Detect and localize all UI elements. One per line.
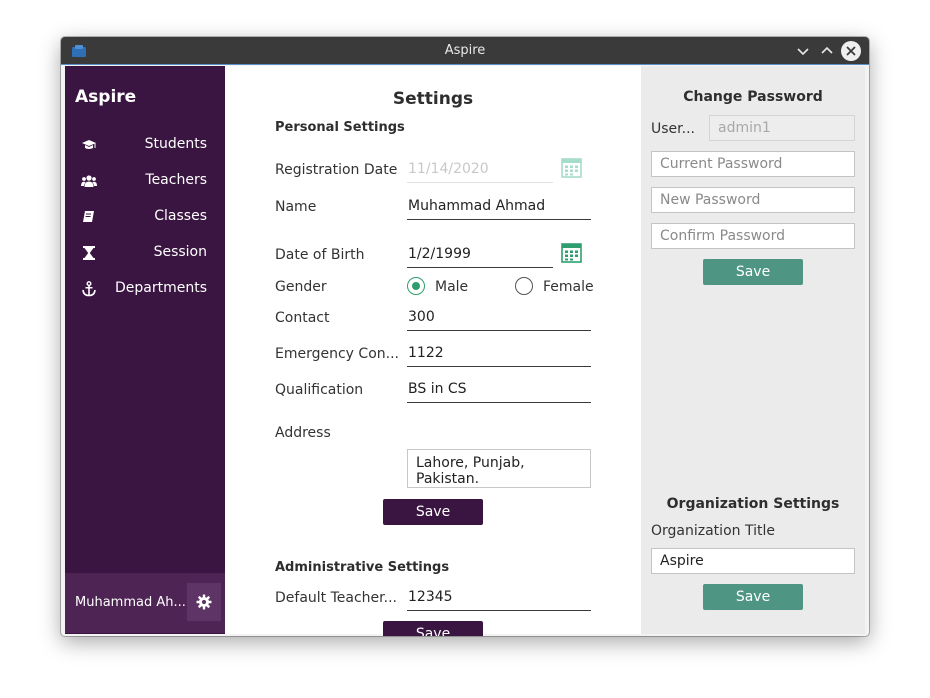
- registration-date-label: Registration Date: [275, 162, 398, 178]
- calendar-picker-icon[interactable]: [561, 242, 582, 263]
- sidebar-brand: Aspire: [75, 87, 137, 107]
- anchor-icon: [82, 281, 96, 297]
- administrative-settings-heading: Administrative Settings: [275, 560, 450, 575]
- gender-female-radio[interactable]: [515, 277, 533, 295]
- contact-field[interactable]: 300: [407, 305, 591, 331]
- calendar-icon: [561, 158, 582, 178]
- sidebar: Aspire Students Teachers Classes Session…: [65, 66, 225, 634]
- registration-date-field: 11/14/2020: [407, 157, 553, 183]
- gender-label: Gender: [275, 279, 327, 295]
- sidebar-item-label: Students: [144, 136, 207, 152]
- sidebar-item-session[interactable]: Session: [65, 237, 225, 269]
- user-panel: Muhammad Ah...: [65, 573, 225, 633]
- users-icon: [81, 175, 97, 187]
- current-password-input[interactable]: Current Password: [651, 151, 855, 177]
- dob-field[interactable]: 1/2/1999: [407, 242, 553, 268]
- user-name: Muhammad Ah...: [75, 595, 186, 610]
- sidebar-item-label: Teachers: [145, 172, 207, 188]
- sidebar-item-departments[interactable]: Departments: [65, 273, 225, 305]
- graduation-cap-icon: [82, 140, 96, 149]
- book-icon: [83, 211, 94, 222]
- title-bar: Aspire: [61, 37, 869, 65]
- sidebar-item-label: Departments: [114, 280, 207, 296]
- default-teacher-field[interactable]: 12345: [407, 585, 591, 611]
- minimize-icon[interactable]: [793, 41, 813, 61]
- save-password-button[interactable]: Save: [703, 259, 803, 285]
- qualification-label: Qualification: [275, 382, 364, 398]
- page-title: Settings: [392, 89, 474, 109]
- confirm-password-input[interactable]: Confirm Password: [651, 223, 855, 249]
- organization-settings-heading: Organization Settings: [666, 496, 840, 512]
- save-organization-button[interactable]: Save: [703, 584, 803, 610]
- change-password-heading: Change Password: [683, 89, 823, 105]
- qualification-field[interactable]: BS in CS: [407, 377, 591, 403]
- save-admin-button[interactable]: Save: [383, 621, 483, 636]
- gender-male-radio[interactable]: [407, 277, 425, 295]
- personal-settings-heading: Personal Settings: [275, 120, 405, 135]
- gender-male-label: Male: [435, 279, 469, 295]
- gear-icon: [196, 594, 212, 610]
- name-field[interactable]: Muhammad Ahmad: [407, 194, 591, 220]
- dob-label: Date of Birth: [275, 247, 365, 263]
- settings-button[interactable]: [187, 583, 221, 621]
- organization-title-input[interactable]: Aspire: [651, 548, 855, 574]
- default-teacher-label: Default Teacher...: [275, 590, 397, 606]
- gender-female-label: Female: [543, 279, 594, 295]
- emergency-contact-label: Emergency Con...: [275, 346, 399, 362]
- close-icon[interactable]: [841, 41, 861, 61]
- username-field: admin1: [709, 115, 855, 141]
- contact-label: Contact: [275, 310, 330, 326]
- new-password-input[interactable]: New Password: [651, 187, 855, 213]
- sidebar-item-students[interactable]: Students: [65, 129, 225, 161]
- emergency-contact-field[interactable]: 1122: [407, 341, 591, 367]
- name-label: Name: [275, 199, 317, 215]
- settings-panel: Settings Personal Settings Registration …: [225, 66, 641, 636]
- hourglass-icon: [83, 246, 95, 260]
- sidebar-item-teachers[interactable]: Teachers: [65, 165, 225, 197]
- organization-title-label: Organization Title: [651, 523, 775, 539]
- app-window: Aspire Aspire Students Teachers Classes …: [61, 37, 869, 636]
- sidebar-item-label: Classes: [154, 208, 207, 224]
- sidebar-item-classes[interactable]: Classes: [65, 201, 225, 233]
- address-textarea[interactable]: Lahore, Punjab, Pakistan.: [407, 449, 591, 488]
- save-personal-button[interactable]: Save: [383, 499, 483, 525]
- sidebar-item-label: Session: [153, 244, 207, 260]
- username-label: User...: [651, 121, 695, 137]
- right-panel: Change Password User... admin1 Current P…: [641, 66, 865, 634]
- maximize-icon[interactable]: [817, 41, 837, 61]
- address-label: Address: [275, 425, 331, 441]
- window-title: Aspire: [444, 43, 486, 58]
